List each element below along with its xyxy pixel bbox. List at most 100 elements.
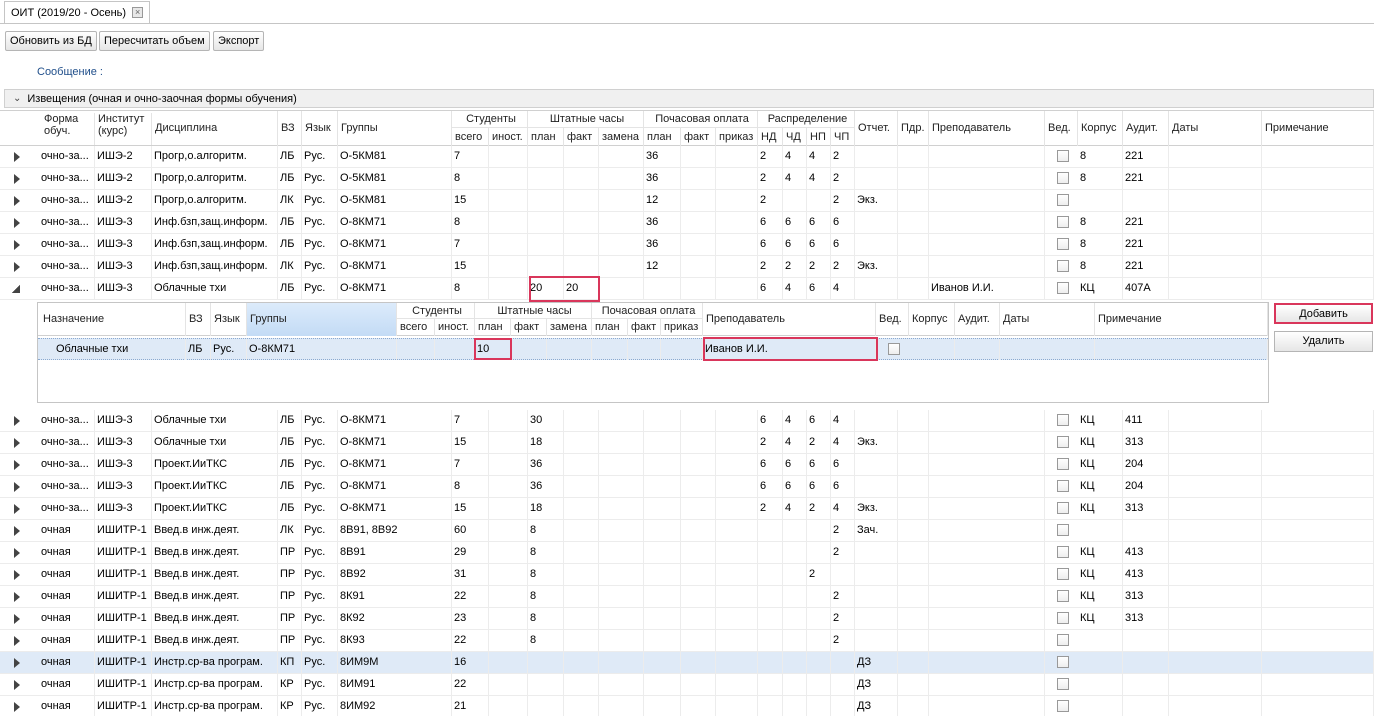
ved-checkbox[interactable] — [1057, 458, 1069, 470]
ved-checkbox[interactable] — [1057, 172, 1069, 184]
sub-header-dates: Даты — [1000, 303, 1095, 336]
expand-arrow-icon[interactable] — [14, 526, 20, 536]
cell-teacher — [929, 586, 1045, 607]
ved-checkbox[interactable] — [1057, 546, 1069, 558]
expand-arrow-icon[interactable] — [14, 680, 20, 690]
expand-arrow-icon[interactable] — [14, 504, 20, 514]
table-row[interactable]: очная ИШИТР-1 Введ.в инж.деят. ПР Рус. 8К93 22… — [0, 630, 1374, 652]
cell-groups: 8ИМ91 — [338, 674, 452, 695]
expand-arrow-icon[interactable] — [14, 548, 20, 558]
panel-header[interactable]: ⌄ Извещения (очная и очно-заочная формы … — [4, 89, 1374, 108]
table-row[interactable]: очно-за... ИШЭ-3 Проект.ИиТКС ЛБ Рус. О-8КМ71… — [0, 476, 1374, 498]
subgrid-row[interactable]: Облачные тхи ЛБ Рус. О-8КМ71 10 Иванов И.И. — [38, 338, 1268, 360]
ved-checkbox[interactable] — [1057, 436, 1069, 448]
ved-checkbox[interactable] — [1057, 590, 1069, 602]
expand-arrow-icon[interactable] — [14, 218, 20, 228]
ved-checkbox[interactable] — [1057, 238, 1069, 250]
expand-arrow-icon[interactable] — [14, 174, 20, 184]
add-button[interactable]: Добавить — [1274, 303, 1373, 324]
table-row[interactable]: очно-за... ИШЭ-3 Облачные тхи ЛБ Рус. О-8КМ71… — [0, 278, 1374, 300]
cell-corp: КЦ — [1078, 432, 1123, 453]
expand-arrow-icon[interactable] — [14, 152, 20, 162]
cell-corp — [1078, 696, 1123, 716]
expand-arrow-icon[interactable] — [14, 438, 20, 448]
ved-checkbox[interactable] — [1057, 634, 1069, 646]
export-button[interactable]: Экспорт — [213, 31, 265, 51]
cell-vz: ЛК — [278, 520, 302, 541]
expand-arrow-icon[interactable] — [14, 416, 20, 426]
expand-arrow-icon[interactable] — [14, 196, 20, 206]
table-row[interactable]: очная ИШИТР-1 Введ.в инж.деят. ПР Рус. 8В91 29… — [0, 542, 1374, 564]
expand-arrow-icon[interactable] — [14, 460, 20, 470]
recalc-button[interactable]: Пересчитать объем — [99, 31, 210, 51]
ved-checkbox[interactable] — [1057, 612, 1069, 624]
cell-aud — [1123, 696, 1169, 716]
table-row[interactable]: очно-за... ИШЭ-3 Инф.бзп,защ.информ. ЛБ Рус.… — [0, 234, 1374, 256]
expand-arrow-icon[interactable] — [14, 240, 20, 250]
cell-dates — [1169, 190, 1262, 211]
table-row[interactable]: очно-за... ИШЭ-2 Прогр,о.алгоритм. ЛБ Рус. О-… — [0, 168, 1374, 190]
ved-checkbox[interactable] — [1057, 414, 1069, 426]
ved-checkbox[interactable] — [1057, 216, 1069, 228]
delete-button[interactable]: Удалить — [1274, 331, 1373, 352]
cell-sh_repl — [599, 498, 644, 519]
ved-checkbox[interactable] — [1057, 524, 1069, 536]
cell-sh_plan: 8 — [528, 542, 564, 563]
cell-sh_plan — [528, 190, 564, 211]
expand-arrow-icon[interactable] — [14, 636, 20, 646]
close-icon[interactable]: × — [132, 7, 144, 18]
cell-np: 6 — [807, 278, 831, 299]
table-row[interactable]: очно-за... ИШЭ-3 Облачные тхи ЛБ Рус. О-8КМ71… — [0, 432, 1374, 454]
refresh-button[interactable]: Обновить из БД — [5, 31, 97, 51]
expand-arrow-icon[interactable] — [14, 482, 20, 492]
cell-inst: ИШЭ-3 — [95, 454, 152, 475]
table-row[interactable]: очная ИШИТР-1 Введ.в инж.деят. ПР Рус. 8К91 22… — [0, 586, 1374, 608]
expand-arrow-icon[interactable] — [14, 702, 20, 712]
table-row[interactable]: очно-за... ИШЭ-3 Инф.бзп,защ.информ. ЛБ Рус.… — [0, 212, 1374, 234]
expand-arrow-icon[interactable] — [14, 614, 20, 624]
cell-chd: 6 — [783, 212, 807, 233]
table-row[interactable]: очная ИШИТР-1 Введ.в инж.деят. ЛК Рус. 8В91, … — [0, 520, 1374, 542]
ved-checkbox[interactable] — [1057, 502, 1069, 514]
ved-checkbox[interactable] — [1057, 678, 1069, 690]
cell-hp_fact — [681, 696, 716, 716]
table-row[interactable]: очная ИШИТР-1 Инстр.ср-ва програм. КР Рус. 8И… — [0, 696, 1374, 716]
cell-hp_fact — [681, 212, 716, 233]
ved-checkbox[interactable] — [1057, 656, 1069, 668]
ved-checkbox[interactable] — [1057, 194, 1069, 206]
table-row[interactable]: очно-за... ИШЭ-2 Прогр,о.алгоритм. ЛБ Рус. О-… — [0, 146, 1374, 168]
expand-arrow-icon[interactable] — [14, 570, 20, 580]
chevron-down-icon[interactable]: ⌄ — [13, 93, 21, 104]
cell-groups: О-8КМ71 — [338, 256, 452, 277]
table-row[interactable]: очная ИШИТР-1 Инстр.ср-ва програм. КР Рус. 8И… — [0, 674, 1374, 696]
sub-ved-checkbox[interactable] — [888, 343, 900, 355]
cell-hp_order — [716, 278, 758, 299]
cell-teacher — [929, 256, 1045, 277]
cell-groups: О-5КМ81 — [338, 168, 452, 189]
ved-checkbox[interactable] — [1057, 480, 1069, 492]
table-row[interactable]: очно-за... ИШЭ-3 Облачные тхи ЛБ Рус. О-8КМ71… — [0, 410, 1374, 432]
cell-hp_fact — [681, 168, 716, 189]
table-row[interactable]: очная ИШИТР-1 Введ.в инж.деят. ПР Рус. 8К92 23… — [0, 608, 1374, 630]
ved-checkbox[interactable] — [1057, 150, 1069, 162]
expand-arrow-icon[interactable] — [14, 592, 20, 602]
collapse-arrow-icon[interactable] — [12, 285, 20, 293]
table-row[interactable]: очно-за... ИШЭ-2 Прогр,о.алгоритм. ЛК Рус. О-… — [0, 190, 1374, 212]
cell-dates — [1169, 234, 1262, 255]
cell-sh_repl — [599, 168, 644, 189]
tab-oit[interactable]: ОИТ (2019/20 - Осень) × — [4, 1, 151, 23]
table-row[interactable]: очно-за... ИШЭ-3 Инф.бзп,защ.информ. ЛК Рус.… — [0, 256, 1374, 278]
ved-checkbox[interactable] — [1057, 282, 1069, 294]
cell-inst: ИШИТР-1 — [95, 564, 152, 585]
table-row[interactable]: очно-за... ИШЭ-3 Проект.ИиТКС ЛБ Рус. О-8КМ71… — [0, 498, 1374, 520]
table-row[interactable]: очно-за... ИШЭ-3 Проект.ИиТКС ЛБ Рус. О-8КМ71… — [0, 454, 1374, 476]
expand-arrow-icon[interactable] — [14, 658, 20, 668]
col-group-hourly: Почасовая оплата — [644, 111, 758, 128]
table-row[interactable]: очная ИШИТР-1 Введ.в инж.деят. ПР Рус. 8В92 31… — [0, 564, 1374, 586]
ved-checkbox[interactable] — [1057, 260, 1069, 272]
ved-checkbox[interactable] — [1057, 700, 1069, 712]
cell-chp — [831, 652, 855, 673]
ved-checkbox[interactable] — [1057, 568, 1069, 580]
table-row[interactable]: очная ИШИТР-1 Инстр.ср-ва програм. КП Рус. 8И… — [0, 652, 1374, 674]
expand-arrow-icon[interactable] — [14, 262, 20, 272]
